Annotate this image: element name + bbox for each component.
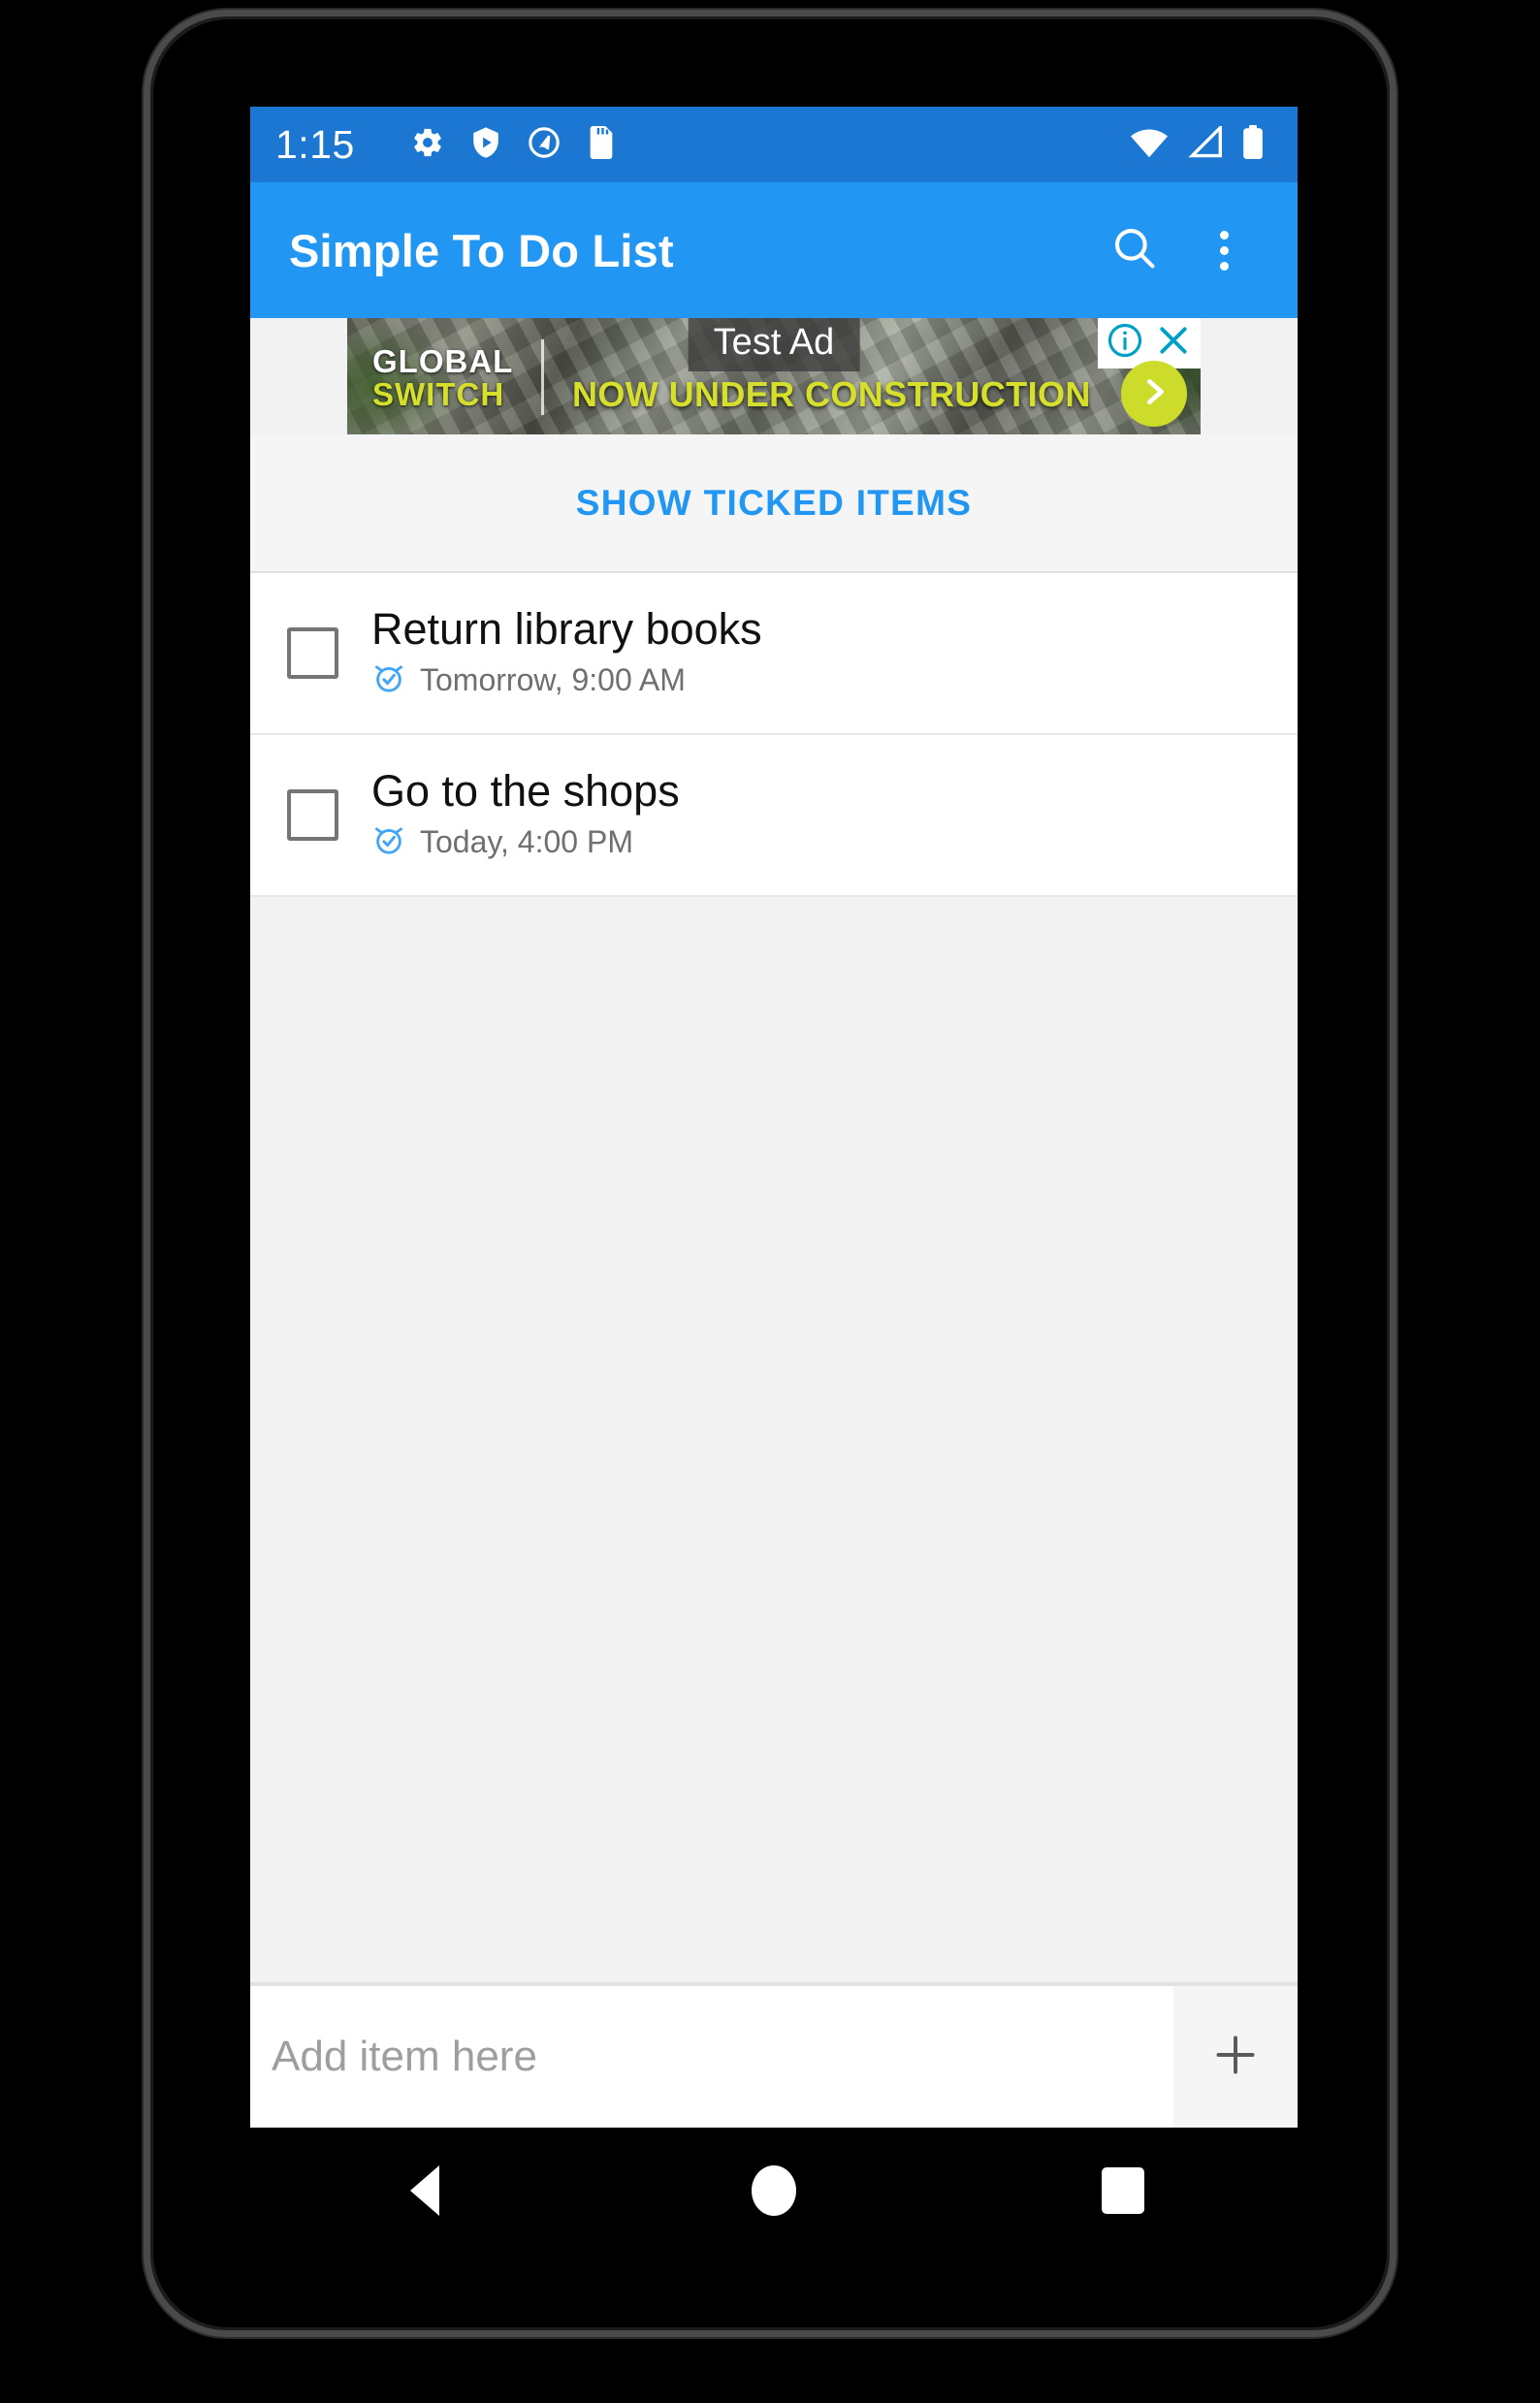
- ad-cta-button[interactable]: [1121, 361, 1187, 427]
- nav-home-button[interactable]: [701, 2137, 847, 2244]
- ad-banner[interactable]: GLOBAL SWITCH NOW UNDER CONSTRUCTION Tes…: [347, 318, 1201, 434]
- add-item-input[interactable]: [250, 1986, 1173, 2128]
- ad-brand-line-2: SWITCH: [372, 375, 505, 412]
- screenshot-root: 1:15 Simple To Do List GLOBAL SWITCH NOW…: [0, 0, 1540, 2403]
- overflow-menu-icon: [1219, 230, 1229, 271]
- show-ticked-items-button[interactable]: SHOW TICKED ITEMS: [250, 434, 1298, 573]
- add-item-bar: [250, 1984, 1298, 2128]
- todo-checkbox[interactable]: [287, 627, 338, 679]
- plus-icon: [1208, 2028, 1263, 2087]
- main-panel: SHOW TICKED ITEMS Return library books T…: [250, 434, 1298, 2128]
- ad-brand-logo: GLOBAL SWITCH: [372, 345, 513, 410]
- ad-test-label: Test Ad: [688, 318, 860, 371]
- gear-icon: [411, 126, 444, 164]
- wifi-icon: [1129, 126, 1170, 164]
- shield-play-icon: [469, 126, 502, 164]
- ad-info-icon[interactable]: [1106, 321, 1144, 365]
- todo-due-text: Tomorrow, 9:00 AM: [420, 662, 686, 698]
- todo-content: Return library books Tomorrow, 9:00 AM: [371, 606, 762, 700]
- app-bar: Simple To Do List: [250, 182, 1298, 318]
- todo-content: Go to the shops Today, 4:00 PM: [371, 768, 680, 862]
- list-item[interactable]: Go to the shops Today, 4:00 PM: [250, 735, 1298, 897]
- page-title: Simple To Do List: [289, 224, 674, 276]
- list-item[interactable]: Return library books Tomorrow, 9:00 AM: [250, 573, 1298, 735]
- status-bar: 1:15: [250, 107, 1298, 182]
- nav-recents-button[interactable]: [1050, 2137, 1196, 2244]
- ad-close-icon[interactable]: [1154, 321, 1193, 365]
- nav-back-button[interactable]: [352, 2137, 497, 2244]
- todo-list: Return library books Tomorrow, 9:00 AM G…: [250, 573, 1298, 897]
- status-bar-right: [1129, 123, 1272, 165]
- search-icon: [1109, 223, 1160, 278]
- todo-due-text: Today, 4:00 PM: [420, 824, 633, 860]
- ad-divider: [541, 339, 544, 415]
- ad-headline: NOW UNDER CONSTRUCTION: [572, 374, 1091, 414]
- status-clock: 1:15: [275, 121, 355, 167]
- todo-title: Go to the shops: [371, 765, 680, 816]
- battery-icon: [1241, 124, 1265, 165]
- todo-due: Today, 4:00 PM: [371, 822, 680, 862]
- todo-checkbox[interactable]: [287, 789, 338, 841]
- home-circle-icon: [752, 2165, 796, 2216]
- phone-screen: 1:15 Simple To Do List GLOBAL SWITCH NOW…: [250, 107, 1298, 2128]
- android-nav-bar: [250, 2128, 1298, 2254]
- recents-square-icon: [1102, 2167, 1144, 2214]
- cell-signal-icon: [1187, 123, 1224, 164]
- ad-brand-line-1: GLOBAL: [372, 343, 514, 379]
- todo-title: Return library books: [371, 603, 762, 654]
- show-ticked-items-label: SHOW TICKED ITEMS: [575, 482, 973, 523]
- alarm-check-icon: [371, 822, 406, 862]
- chevron-right-icon: [1137, 374, 1171, 414]
- add-item-button[interactable]: [1173, 1986, 1298, 2128]
- quick-circle-icon: [528, 126, 561, 164]
- status-bar-left: 1:15: [275, 122, 617, 168]
- overflow-menu-button[interactable]: [1179, 206, 1268, 295]
- alarm-check-icon: [371, 660, 406, 700]
- list-empty-area: [250, 897, 1298, 1984]
- search-button[interactable]: [1090, 206, 1179, 295]
- ad-container: GLOBAL SWITCH NOW UNDER CONSTRUCTION Tes…: [250, 318, 1298, 434]
- sd-card-icon: [586, 125, 617, 164]
- back-triangle-icon: [410, 2165, 439, 2216]
- todo-due: Tomorrow, 9:00 AM: [371, 660, 762, 700]
